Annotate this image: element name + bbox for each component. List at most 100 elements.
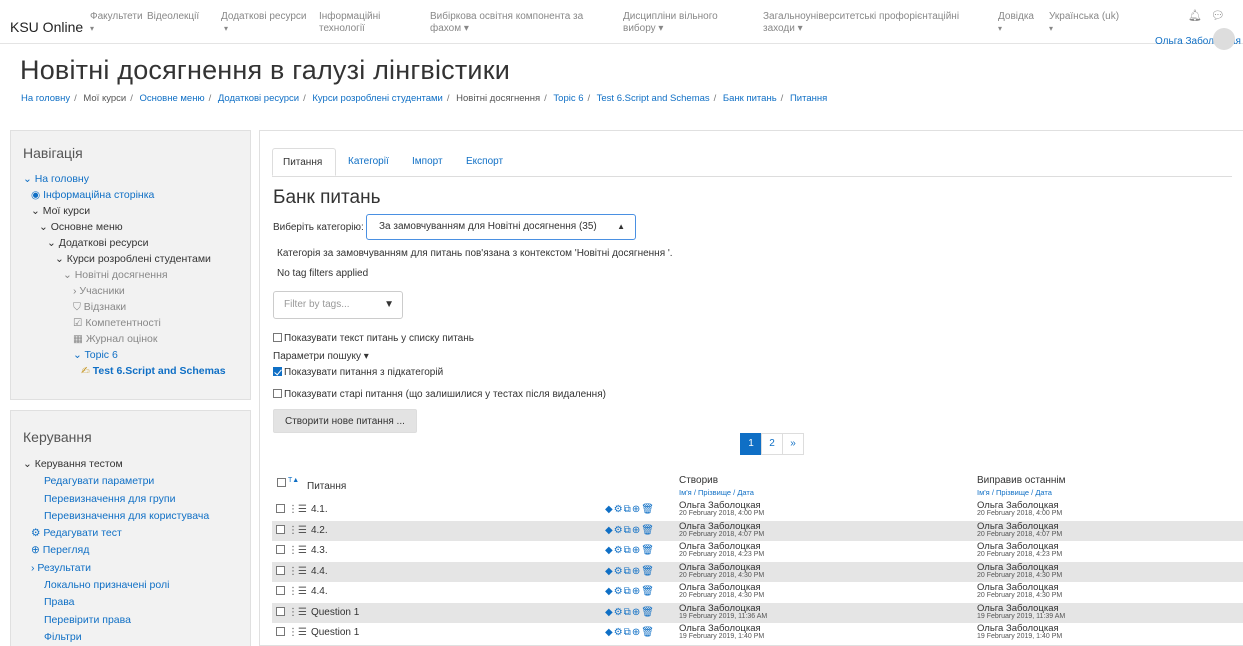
question-checkbox[interactable] (276, 586, 285, 595)
breadcrumb-home[interactable]: На головну (21, 93, 70, 104)
show-subcategories-checkbox[interactable] (273, 367, 282, 376)
page-next[interactable]: » (782, 433, 804, 455)
show-text-option[interactable]: Показувати текст питань у списку питань (273, 333, 474, 344)
preview-icon[interactable]: ⊕ (632, 545, 641, 556)
duplicate-icon[interactable]: ⧉ (624, 545, 632, 556)
admin-user-overrides[interactable]: Перевизначення для користувача (23, 508, 209, 525)
breadcrumb-test[interactable]: Test 6.Script and Schemas (597, 93, 710, 104)
nav-tree-course[interactable]: ⌄ Новітні досягнення (23, 267, 226, 283)
nav-tree-student-courses[interactable]: ⌄ Курси розроблені студентами (23, 251, 226, 267)
show-text-checkbox[interactable] (273, 333, 282, 342)
duplicate-icon[interactable]: ⧉ (624, 627, 632, 638)
breadcrumb-question-bank[interactable]: Банк питань (723, 93, 777, 104)
tag-filter-input[interactable]: Filter by tags... ▼ (273, 291, 403, 319)
tag-icon[interactable]: ◆ (605, 504, 614, 515)
preview-icon[interactable]: ⊕ (632, 504, 641, 515)
breadcrumb-questions[interactable]: Питання (790, 93, 827, 104)
question-name[interactable]: Question 1 (311, 627, 359, 638)
nav-tree-test[interactable]: ✍ Test 6.Script and Schemas (23, 363, 226, 379)
question-checkbox[interactable] (276, 504, 285, 513)
nav-tree-topic[interactable]: ⌄ Topic 6 (23, 347, 226, 363)
admin-check-permissions[interactable]: Перевірити права (23, 612, 209, 629)
select-all-checkbox[interactable] (277, 478, 286, 487)
preview-icon[interactable]: ⊕ (632, 525, 641, 536)
breadcrumb-main-menu[interactable]: Основне меню (140, 93, 205, 104)
search-options-toggle[interactable]: Параметри пошуку ▾ (273, 351, 369, 362)
tag-icon[interactable]: ◆ (605, 586, 614, 597)
duplicate-icon[interactable]: ⧉ (624, 607, 632, 618)
chat-icon[interactable]: 💬︎ (1211, 10, 1225, 22)
nav-language[interactable]: Українська (uk) ▾ (1049, 11, 1119, 35)
category-select[interactable]: За замовчуванням для Новітні досягнення … (366, 214, 636, 240)
nav-elective-by-major[interactable]: Вибіркова освітня компонента за фахом ▾ (430, 11, 595, 35)
tag-icon[interactable]: ◆ (605, 607, 614, 618)
nav-career-events[interactable]: Загальноуніверситетські профорієнтаційні… (763, 11, 975, 35)
select-all-column[interactable]: T▲ (277, 477, 299, 489)
gear-icon[interactable]: ⚙ (614, 627, 624, 638)
admin-filters[interactable]: Фільтри (23, 629, 209, 646)
delete-icon[interactable]: 🗑︎ (641, 545, 655, 556)
delete-icon[interactable]: 🗑︎ (641, 525, 655, 536)
gear-icon[interactable]: ⚙ (614, 566, 624, 577)
nav-free-choice[interactable]: Дисципліни вільного вибору ▾ (623, 11, 723, 35)
nav-tree-participants[interactable]: › Учасники (23, 283, 226, 299)
tag-icon[interactable]: ◆ (605, 545, 614, 556)
delete-icon[interactable]: 🗑︎ (641, 504, 655, 515)
duplicate-icon[interactable]: ⧉ (624, 525, 632, 536)
nav-tree-badges[interactable]: ⛉ Відзнаки (23, 299, 226, 315)
breadcrumb-course[interactable]: Новітні досягнення (456, 93, 540, 104)
create-question-button[interactable]: Створити нове питання ... (273, 409, 417, 433)
breadcrumb-extra-resources[interactable]: Додаткові ресурси (218, 93, 299, 104)
admin-group-overrides[interactable]: Перевизначення для групи (23, 491, 209, 508)
nav-tree-my-courses[interactable]: ⌄ Мої курси (23, 203, 226, 219)
admin-quiz-admin[interactable]: ⌄ Керування тестом (23, 456, 209, 473)
admin-results[interactable]: › Результати (23, 560, 209, 577)
bell-icon[interactable]: 🔔︎ (1188, 10, 1202, 22)
tag-icon[interactable]: ◆ (605, 566, 614, 577)
nav-tree-gradebook[interactable]: ▦ Журнал оцінок (23, 331, 226, 347)
delete-icon[interactable]: 🗑︎ (641, 566, 655, 577)
admin-local-roles[interactable]: Локально призначені ролі (23, 577, 209, 594)
gear-icon[interactable]: ⚙ (614, 607, 624, 618)
admin-edit-quiz[interactable]: ⚙ Редагувати тест (23, 525, 209, 542)
column-question[interactable]: Питання (307, 481, 346, 492)
nav-tree-competencies[interactable]: ☑ Компетентності (23, 315, 226, 331)
nav-tree-main-menu[interactable]: ⌄ Основне меню (23, 219, 226, 235)
preview-icon[interactable]: ⊕ (632, 566, 641, 577)
admin-preview[interactable]: ⊕ Перегляд (23, 542, 209, 559)
show-old-checkbox[interactable] (273, 389, 282, 398)
tag-icon[interactable]: ◆ (605, 627, 614, 638)
duplicate-icon[interactable]: ⧉ (624, 566, 632, 577)
delete-icon[interactable]: 🗑︎ (641, 607, 655, 618)
show-subcategories-option[interactable]: Показувати питання з підкатегорій (273, 367, 443, 378)
breadcrumb-topic[interactable]: Topic 6 (553, 93, 583, 104)
nav-video-lectures[interactable]: Відеолекції (147, 11, 199, 23)
nav-info-tech[interactable]: Інформаційні технології (319, 11, 389, 35)
question-name[interactable]: 4.2. (311, 525, 328, 536)
nav-tree-info-page[interactable]: ◉ Інформаційна сторінка (23, 187, 226, 203)
question-name[interactable]: 4.3. (311, 545, 328, 556)
preview-icon[interactable]: ⊕ (632, 586, 641, 597)
page-1[interactable]: 1 (740, 433, 762, 455)
nav-tree-extra-resources[interactable]: ⌄ Додаткові ресурси (23, 235, 226, 251)
question-name[interactable]: 4.4. (311, 586, 328, 597)
gear-icon[interactable]: ⚙ (614, 586, 624, 597)
gear-icon[interactable]: ⚙ (614, 545, 624, 556)
preview-icon[interactable]: ⊕ (632, 607, 641, 618)
tab-questions[interactable]: Питання (272, 148, 336, 176)
admin-edit-settings[interactable]: Редагувати параметри (23, 473, 209, 490)
gear-icon[interactable]: ⚙ (614, 504, 624, 515)
brand-link[interactable]: KSU Online (10, 19, 83, 35)
question-checkbox[interactable] (276, 566, 285, 575)
question-checkbox[interactable] (276, 545, 285, 554)
question-checkbox[interactable] (276, 525, 285, 534)
delete-icon[interactable]: 🗑︎ (641, 586, 655, 597)
column-modified-sort[interactable]: Ім'я / Прізвище / Дата (977, 488, 1052, 497)
preview-icon[interactable]: ⊕ (632, 627, 641, 638)
question-name[interactable]: 4.4. (311, 566, 328, 577)
nav-faculties[interactable]: Факультети ▾ (90, 11, 143, 35)
column-created-sort[interactable]: Ім'я / Прізвище / Дата (679, 488, 754, 497)
tab-export[interactable]: Експорт (456, 148, 513, 176)
question-name[interactable]: 4.1. (311, 504, 328, 515)
show-old-option[interactable]: Показувати старі питання (що залишилися … (273, 389, 606, 400)
